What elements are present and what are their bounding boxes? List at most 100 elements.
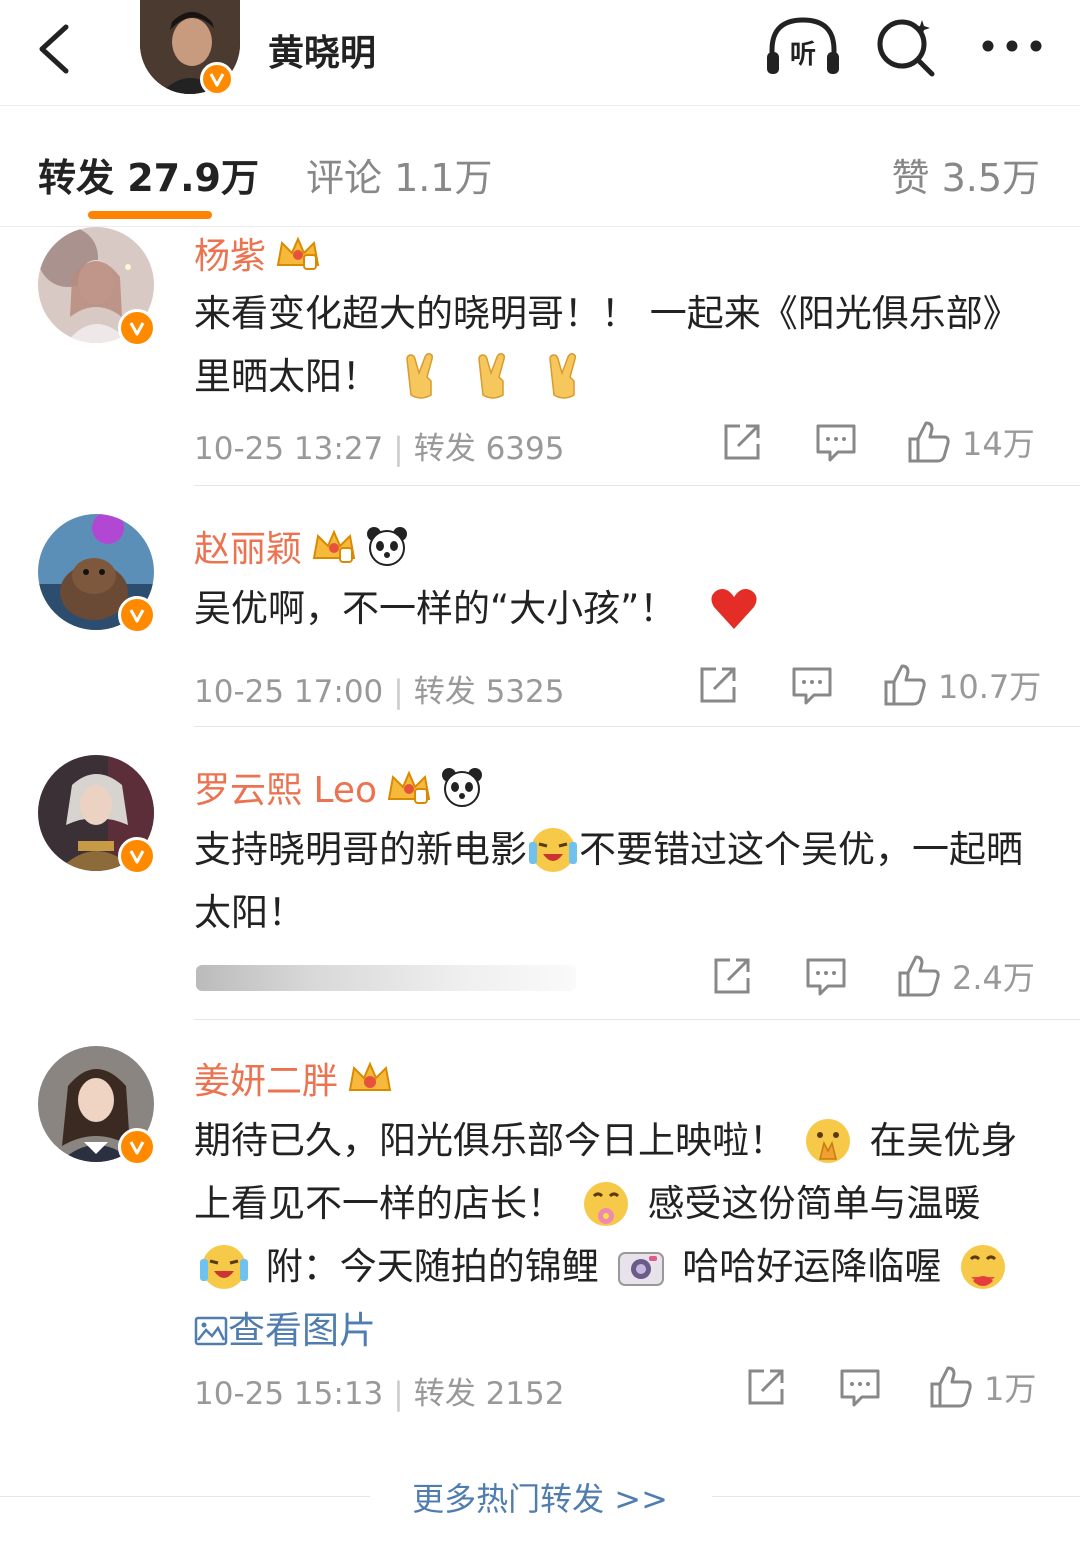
share-button[interactable] bbox=[696, 660, 740, 710]
verified-badge-icon bbox=[200, 62, 234, 96]
thumbs-up-icon bbox=[898, 955, 940, 997]
thumbs-up-icon bbox=[908, 421, 950, 463]
listen-button[interactable]: 听 bbox=[764, 14, 842, 78]
like-button[interactable]: 10.7万 bbox=[882, 660, 1041, 710]
search-button[interactable] bbox=[872, 14, 940, 78]
crown-badge-icon bbox=[387, 770, 431, 804]
tab-comments[interactable]: 评论 1.1万 bbox=[306, 147, 493, 202]
comment-time: 10-25 17:00 bbox=[194, 674, 384, 710]
like-count: 14万 bbox=[962, 425, 1035, 463]
like-count: 1万 bbox=[984, 1370, 1037, 1408]
like-button[interactable]: 2.4万 bbox=[896, 951, 1035, 1001]
avatar[interactable] bbox=[38, 1046, 156, 1166]
tab-reposts[interactable]: 转发 27.9万 bbox=[38, 147, 259, 202]
username[interactable]: 姜妍二胖 bbox=[194, 1052, 394, 1104]
avatar[interactable] bbox=[38, 755, 156, 875]
red-heart-emoji-icon bbox=[711, 588, 757, 629]
more-reposts-link[interactable]: 更多热门转发 >> bbox=[0, 1474, 1080, 1520]
comment-meta: 10-25 13:27 | 转发 6395 bbox=[194, 431, 565, 467]
avatar[interactable] bbox=[38, 227, 156, 347]
crying-laughing-emoji-icon bbox=[529, 827, 577, 872]
more-options-button[interactable] bbox=[978, 26, 1046, 66]
headphones-icon: 听 bbox=[767, 17, 839, 74]
comment-button[interactable] bbox=[804, 951, 848, 1001]
chevron-left-icon bbox=[39, 24, 69, 74]
comment-text-part: 期待已久，阳光俱乐部今日上映啦！ bbox=[194, 1119, 786, 1162]
username[interactable]: 赵丽颖 bbox=[194, 520, 408, 572]
panda-badge-icon bbox=[367, 527, 408, 566]
like-count: 10.7万 bbox=[938, 668, 1042, 706]
comment-text: 支持晓明哥的新电影 不要错过这个吴优，一起晒太阳！ bbox=[194, 817, 1044, 943]
username[interactable]: 罗云熙 Leo bbox=[194, 761, 483, 813]
share-button[interactable] bbox=[720, 417, 764, 467]
share-icon bbox=[724, 424, 760, 460]
more-dots-icon bbox=[982, 40, 1042, 52]
comment-time: 10-25 13:27 bbox=[194, 431, 384, 467]
thumbs-up-icon bbox=[884, 664, 926, 706]
praying-face-emoji-icon bbox=[805, 1118, 850, 1163]
username-text: 姜妍二胖 bbox=[194, 1061, 339, 1102]
comment-text-part: 支持晓明哥的新电影 bbox=[194, 828, 527, 871]
avatar[interactable] bbox=[38, 514, 156, 634]
comment-text: 吴优啊，不一样的“大小孩”！ bbox=[194, 576, 1044, 639]
verified-badge-icon bbox=[118, 309, 156, 347]
divider bbox=[194, 1019, 1080, 1020]
hugging-face-emoji-icon bbox=[961, 1244, 1006, 1289]
comment-button[interactable] bbox=[814, 417, 858, 467]
repost-count: 转发 5325 bbox=[413, 674, 565, 710]
victory-hand-emoji-icon bbox=[477, 352, 505, 399]
search-icon bbox=[877, 19, 935, 77]
repost-count: 转发 2152 bbox=[413, 1376, 565, 1412]
username[interactable]: 杨紫 bbox=[194, 227, 322, 279]
panda-badge-icon bbox=[442, 768, 483, 807]
comment-text-part: 感受这份简单与温暖 bbox=[647, 1182, 981, 1225]
divider bbox=[194, 485, 1080, 486]
crown-badge-icon bbox=[312, 529, 356, 563]
image-icon bbox=[194, 1316, 228, 1345]
victory-hand-emoji-icon bbox=[549, 352, 577, 399]
comment-text-part: 附：今天随拍的锦鲤 bbox=[265, 1245, 599, 1288]
comment-button[interactable] bbox=[790, 660, 834, 710]
comment-text: 来看变化超大的晓明哥！！ 一起来《阳光俱乐部》里晒太阳！ bbox=[194, 281, 1044, 407]
camera-emoji-icon bbox=[617, 1251, 664, 1286]
crown-badge-icon bbox=[348, 1061, 392, 1091]
flower-face-emoji-icon bbox=[583, 1181, 628, 1226]
divider bbox=[194, 726, 1080, 727]
author-avatar[interactable] bbox=[140, 0, 240, 96]
comment-meta: 10-25 17:00 | 转发 5325 bbox=[194, 674, 565, 710]
verified-badge-icon bbox=[118, 1128, 156, 1166]
share-icon bbox=[700, 667, 736, 703]
like-button[interactable]: 14万 bbox=[906, 417, 1035, 467]
comment-icon bbox=[816, 424, 856, 462]
page-title: 黄晓明 bbox=[268, 33, 377, 74]
comment-text-part: 来看变化超大的晓明哥！！ 一起来《阳光俱乐部》里晒太阳！ bbox=[194, 292, 1020, 398]
svg-text:听: 听 bbox=[790, 40, 816, 70]
thumbs-up-icon bbox=[930, 1366, 972, 1408]
repost-count: 转发 6395 bbox=[413, 431, 565, 467]
comment-text-part: 哈哈好运降临喔 bbox=[682, 1245, 942, 1288]
verified-badge-icon bbox=[118, 596, 156, 634]
comment-text: 期待已久，阳光俱乐部今日上映啦！ 在吴优身上看见不一样的店长！ 感受这份简单与温… bbox=[194, 1108, 1044, 1361]
share-icon bbox=[714, 958, 750, 994]
comment-icon bbox=[792, 667, 832, 705]
comment-icon bbox=[806, 958, 846, 996]
blurred-meta bbox=[196, 965, 576, 991]
verified-badge-icon bbox=[118, 837, 156, 875]
top-bar: 黄晓明 听 bbox=[0, 0, 1080, 106]
active-tab-indicator bbox=[88, 211, 212, 219]
share-button[interactable] bbox=[744, 1362, 788, 1412]
username-text: 赵丽颖 bbox=[194, 529, 303, 570]
comment-icon bbox=[840, 1369, 880, 1407]
tab-likes[interactable]: 赞 3.5万 bbox=[891, 147, 1040, 202]
view-image-link[interactable]: 查看图片 bbox=[194, 1307, 376, 1352]
back-button[interactable] bbox=[30, 22, 78, 76]
comment-meta: 10-25 15:13 | 转发 2152 bbox=[194, 1376, 565, 1412]
share-icon bbox=[748, 1369, 784, 1405]
username-text: 罗云熙 Leo bbox=[194, 770, 378, 811]
stats-tabs: 转发 27.9万 评论 1.1万 赞 3.5万 bbox=[0, 107, 1080, 227]
username-text: 杨紫 bbox=[194, 236, 267, 277]
like-button[interactable]: 1万 bbox=[928, 1362, 1036, 1412]
comment-button[interactable] bbox=[838, 1362, 882, 1412]
view-image-label: 查看图片 bbox=[228, 1309, 376, 1352]
share-button[interactable] bbox=[710, 951, 754, 1001]
